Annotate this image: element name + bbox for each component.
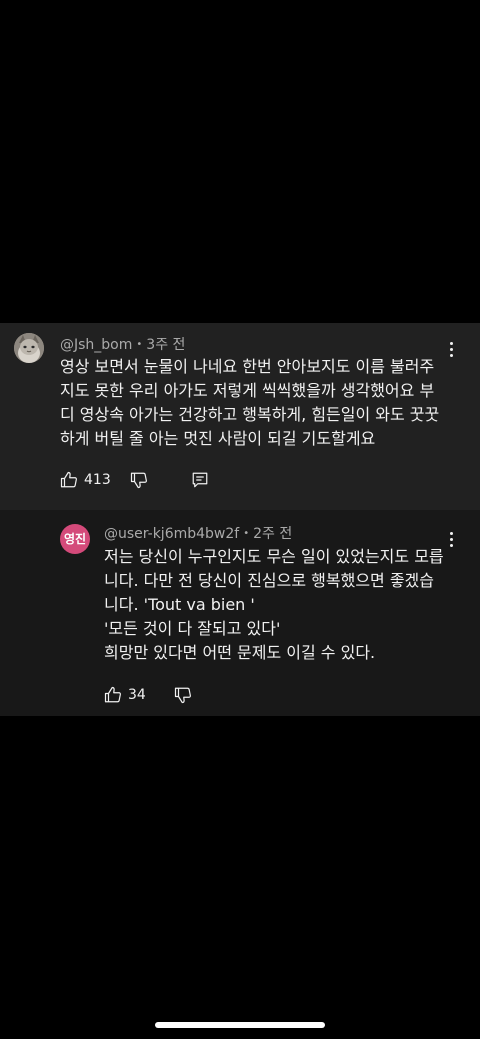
thumbs-down-icon (174, 687, 191, 704)
thumbs-up-icon (60, 471, 77, 488)
comment-time: 3주 전 (146, 337, 186, 353)
commenter-avatar[interactable] (14, 333, 44, 363)
comment-card: @Jsh_bom • 3주 전 영상 보면서 눈물이 나네요 한번 안아보지도 이름… (0, 323, 480, 510)
comment-line: 영상 보면서 눈물이 나네요 한번 안아보지도 이름 불러주 (60, 357, 435, 376)
reply-meta: @user-kj6mb4bw2f • 2주 전 (104, 523, 292, 543)
like-count: 34 (128, 687, 146, 703)
reply-card: 영진 @user-kj6mb4bw2f • 2주 전 저는 당신이 누구인지도 무슨… (0, 510, 480, 716)
meta-separator: • (136, 339, 143, 350)
comment-line: 지도 못한 우리 아가도 저렇게 씩씩했을까 생각했어요 부 (60, 381, 435, 400)
meta-separator: • (243, 528, 250, 539)
comment-line: 하게 버틸 줄 아는 멋진 사람이 되길 기도할게요 (60, 429, 376, 448)
comment-line: 디 영상속 아가는 건강하고 행복하게, 힘든일이 와도 꿋꿋 (60, 405, 440, 424)
reply-avatar[interactable]: 영진 (60, 524, 90, 554)
reply-comment-icon (192, 472, 208, 488)
like-button[interactable]: 34 (104, 683, 146, 707)
reply-button[interactable] (191, 468, 209, 492)
reply-line: 니다. 'Tout va bien ' (104, 595, 255, 614)
cat-avatar-image (14, 333, 44, 363)
reply-line: 저는 당신이 누구인지도 무슨 일이 있었는지도 모릅 (104, 547, 444, 566)
like-count: 413 (84, 472, 111, 488)
comment-text: 영상 보면서 눈물이 나네요 한번 안아보지도 이름 불러주 지도 못한 우리 … (60, 355, 460, 451)
thumbs-up-icon (104, 686, 121, 703)
reply-line: 니다. 다만 전 당신이 진심으로 행복했으면 좋겠습 (104, 571, 435, 590)
comment-author[interactable]: @Jsh_bom (60, 337, 132, 353)
like-button[interactable]: 413 (60, 468, 111, 492)
thumbs-down-icon (130, 472, 147, 489)
reply-line: 희망만 있다면 어떤 문제도 이길 수 있다. (104, 643, 376, 662)
reply-author[interactable]: @user-kj6mb4bw2f (104, 526, 239, 542)
reply-time: 2주 전 (253, 526, 293, 542)
reply-line: '모든 것이 다 잘되고 있다' (104, 619, 281, 638)
home-indicator[interactable] (155, 1022, 325, 1028)
comment-meta: @Jsh_bom • 3주 전 (60, 334, 185, 354)
reply-text: 저는 당신이 누구인지도 무슨 일이 있었는지도 모릅 니다. 다만 전 당신이… (104, 545, 460, 665)
dislike-button[interactable] (130, 468, 148, 492)
dislike-button[interactable] (174, 683, 192, 707)
